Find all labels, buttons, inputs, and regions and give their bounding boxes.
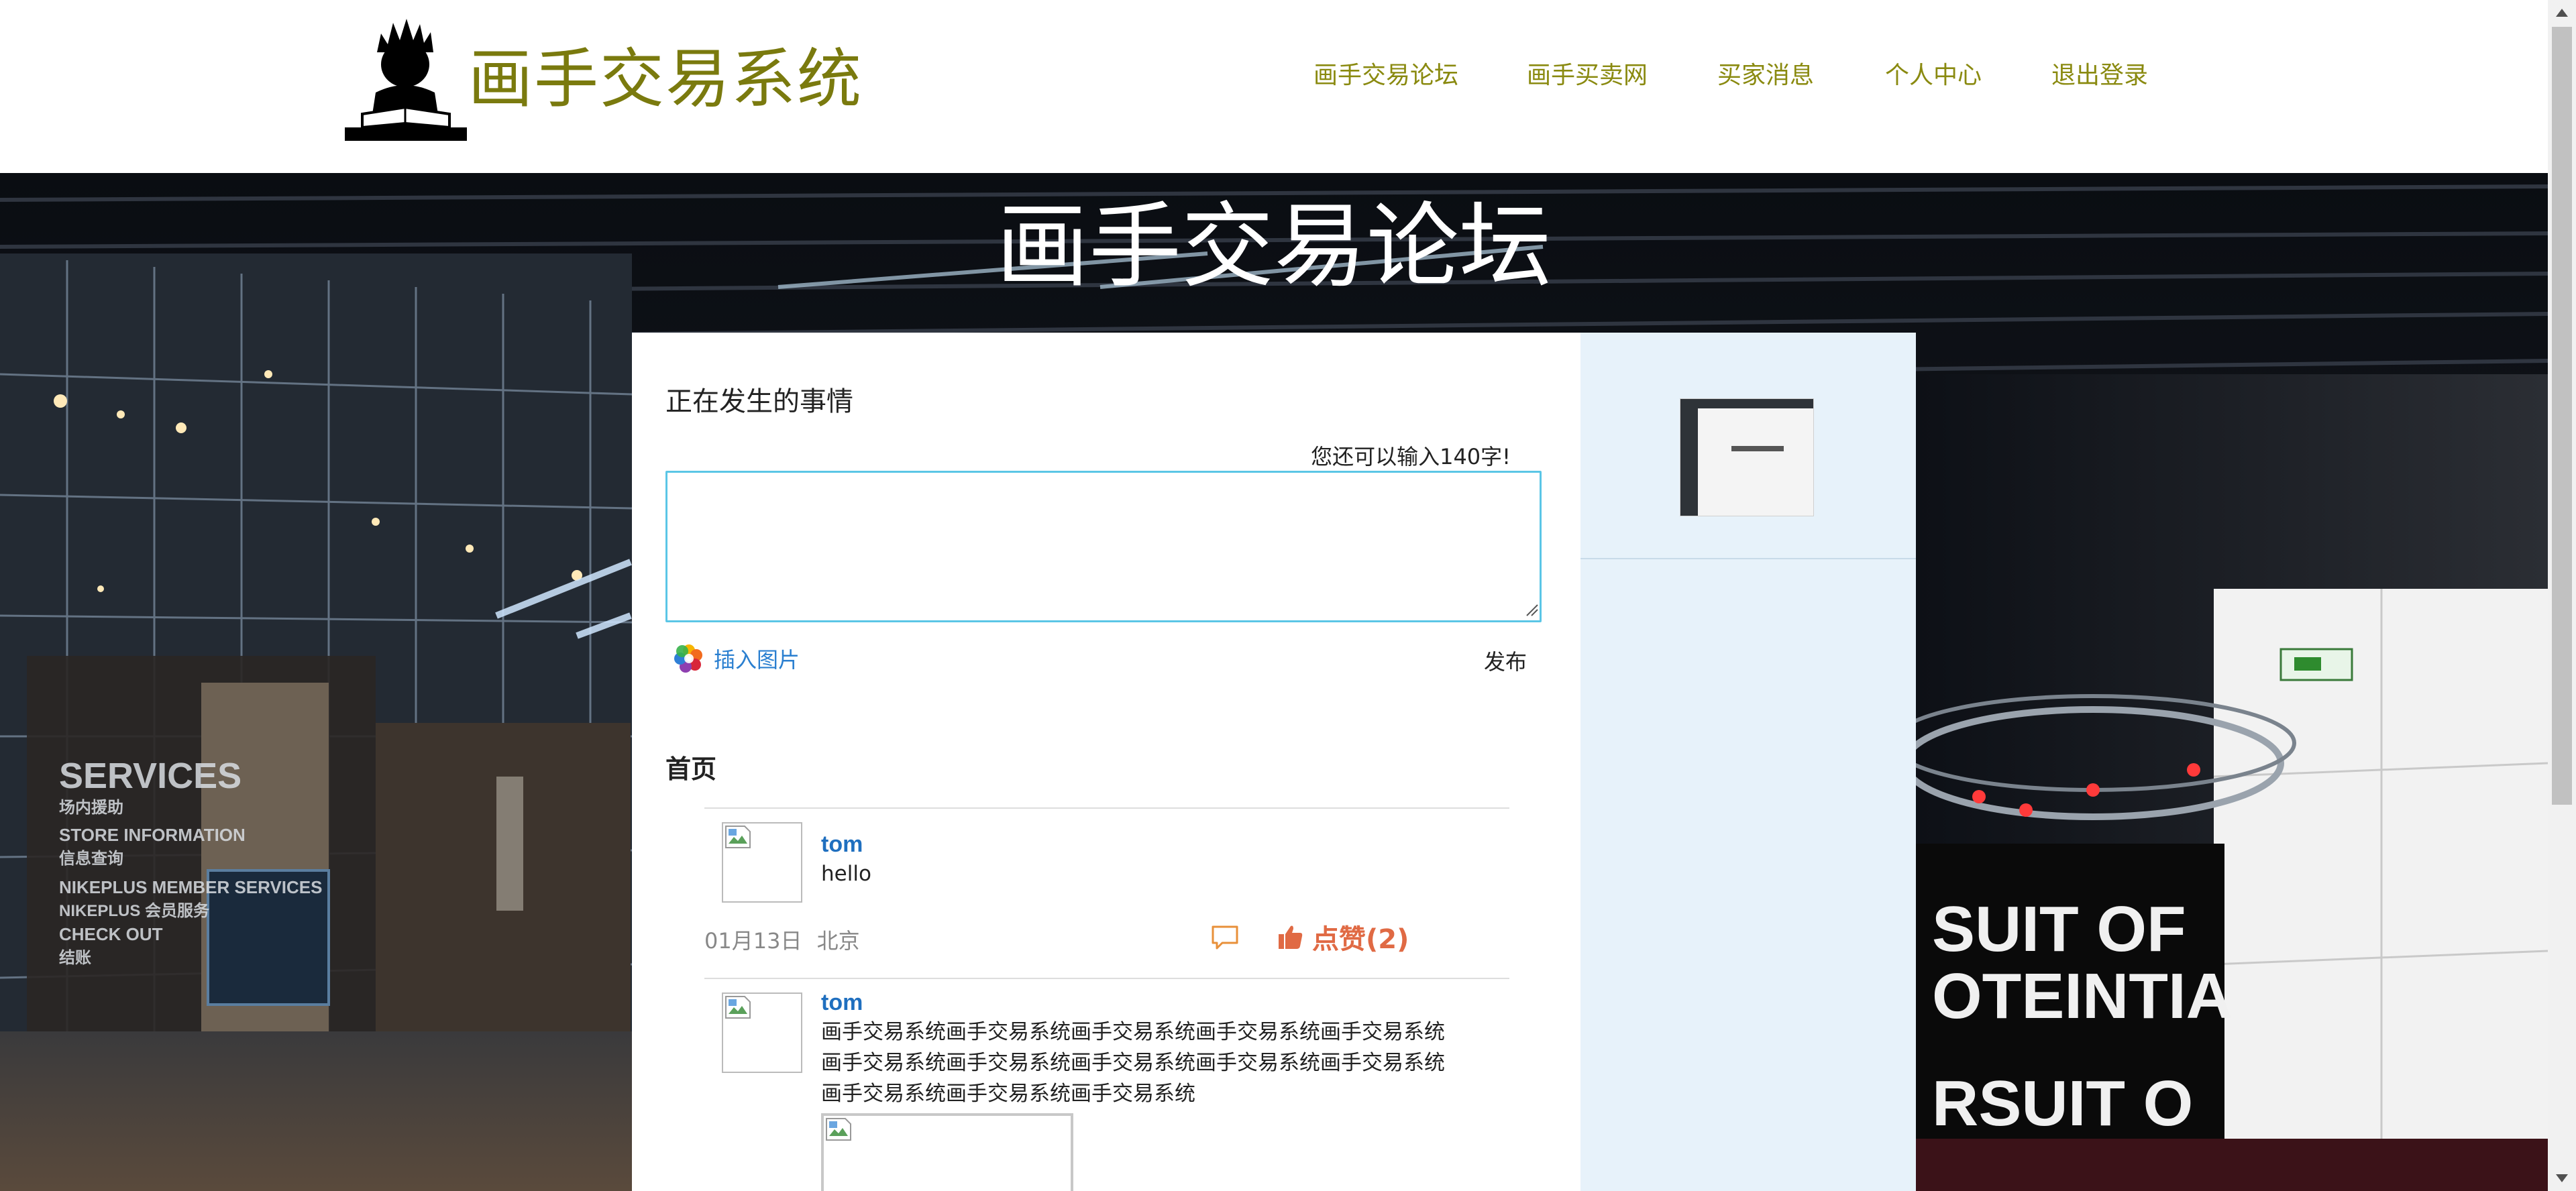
comment-icon[interactable] [1210,924,1240,951]
scroll-down-arrow-icon[interactable] [2555,1172,2569,1184]
nav-item-buyer-messages[interactable]: 买家消息 [1717,59,1814,93]
feed-title: 首页 [665,754,717,784]
svg-text:OTEINTIA: OTEINTIA [1932,960,2233,1032]
insert-image-label: 插入图片 [714,647,800,673]
post-location: 北京 [816,928,860,954]
broken-image-icon [725,996,751,1019]
post-attached-image[interactable] [821,1113,1073,1191]
site-header: 画手交易系统 画手交易论坛 画手买卖网 买家消息 个人中心 退出登录 [0,0,2548,173]
sidebar-divider [1580,558,1916,559]
sign-member-services-cn: NIKEPLUS 会员服务 [59,902,210,920]
resize-grip-icon[interactable] [1524,602,1539,617]
page-scrollbar[interactable] [2548,0,2576,1191]
sign-store-info-cn: 信息查询 [59,850,123,868]
forum-main-panel: 正在发生的事情 您还可以输入140字! 插入图片 发布 首页 tom hello… [632,333,1580,1191]
post-compose-textarea[interactable] [665,471,1542,622]
publish-button[interactable]: 发布 [1484,645,1527,676]
nav-item-profile[interactable]: 个人中心 [1885,59,1982,93]
post-content: hello [821,862,871,886]
scroll-up-arrow-icon[interactable] [2555,7,2569,19]
nav-item-logout[interactable]: 退出登录 [2051,59,2148,93]
post-avatar[interactable] [722,992,802,1073]
sidebar-screenshot-thumbnail[interactable] [1680,398,1814,516]
svg-text:RSUIT O: RSUIT O [1932,1068,2193,1139]
post-avatar[interactable] [722,822,802,903]
sign-store-info: STORE INFORMATION [59,825,246,845]
sign-checkout: CHECK OUT [59,924,163,944]
forum-sidebar [1580,333,1916,1191]
like-button[interactable]: 点赞(2) [1277,917,1409,956]
character-counter: 您还可以输入140字! [1311,444,1511,469]
forum-page-title: 画手交易论坛 [996,192,1552,300]
sign-member-services: NIKEPLUS MEMBER SERVICES [59,877,323,897]
post-meta: 01月13日 北京 [704,924,860,955]
svg-text:SUIT OF: SUIT OF [1932,893,2186,965]
scrollbar-thumb[interactable] [2552,27,2572,805]
reader-logo-icon[interactable] [343,13,468,142]
post-author-link[interactable]: tom [821,990,863,1016]
broken-image-icon [725,826,751,848]
sign-services: SERVICES [59,756,242,796]
like-count-label: 点赞(2) [1312,924,1409,955]
thumbs-up-icon [1279,925,1303,949]
site-brand-title[interactable]: 画手交易系统 [468,39,863,119]
broken-image-icon [826,1118,851,1141]
composer-title: 正在发生的事情 [665,386,853,417]
nav-item-marketplace[interactable]: 画手买卖网 [1527,59,1648,93]
post-date: 01月13日 [704,928,802,954]
post-author-link[interactable]: tom [821,832,863,858]
nav-item-forum[interactable]: 画手交易论坛 [1313,59,1458,93]
sign-services-cn: 场内援助 [59,799,123,817]
post-divider [704,807,1509,809]
sign-checkout-cn: 结账 [59,949,91,967]
post-content: 画手交易系统画手交易系统画手交易系统画手交易系统画手交易系统画手交易系统画手交易… [821,1020,1445,1106]
post-divider [704,978,1509,979]
photo-flower-icon [674,644,702,673]
insert-image-button[interactable]: 插入图片 [674,642,800,675]
